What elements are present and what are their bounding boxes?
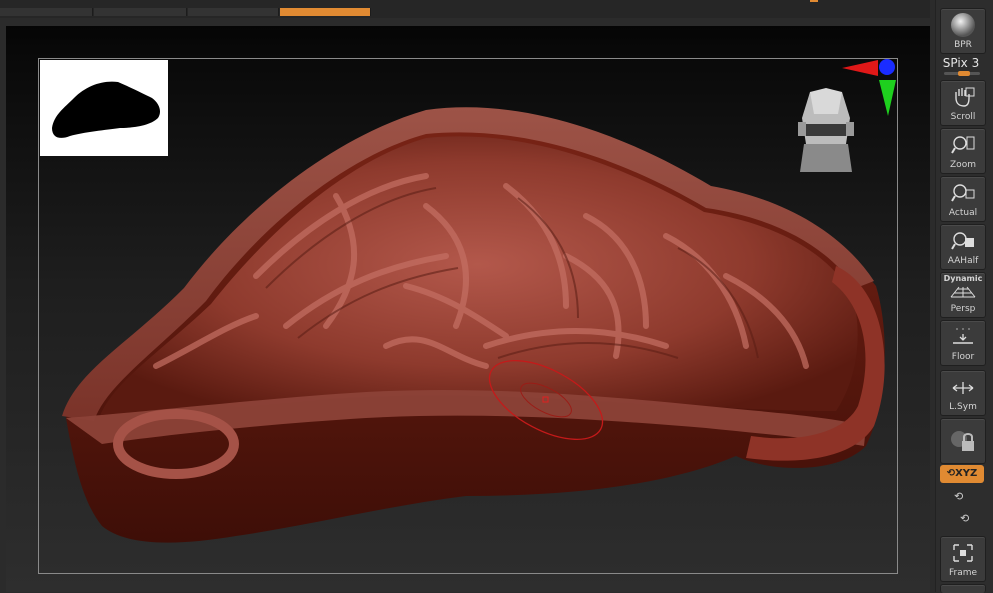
frame-label: Frame	[948, 568, 978, 578]
floor-label: Floor	[951, 352, 975, 362]
aahalf-button[interactable]: AAHalf	[940, 224, 986, 270]
persp-label: Persp	[950, 304, 976, 314]
magnifier-actual-icon	[951, 184, 975, 202]
lock-transp-button[interactable]	[940, 418, 986, 464]
lsym-button[interactable]: L.Sym	[940, 370, 986, 416]
spix-label: SPix 3	[942, 56, 980, 70]
navigator-thumbnail[interactable]	[40, 60, 168, 156]
scroll-button[interactable]: Scroll	[940, 80, 986, 126]
rotate-xyz-icon: ⟲	[946, 468, 956, 479]
actual-button[interactable]: Actual	[940, 176, 986, 222]
perspective-grid-icon	[950, 286, 976, 298]
local-symmetry-icon	[952, 382, 974, 394]
right-shelf: BPR SPix 3 Scroll Zoom Actual AAHalf Dyn…	[935, 0, 993, 593]
floor-grid-icon	[953, 328, 973, 344]
frame-icon	[953, 544, 973, 562]
zoom-button[interactable]: Zoom	[940, 128, 986, 174]
y-axis-arrow	[879, 80, 896, 116]
actual-label: Actual	[948, 208, 978, 218]
floor-button[interactable]: Floor	[940, 320, 986, 366]
bpr-render-button[interactable]: BPR	[940, 8, 986, 54]
navigator-silhouette	[52, 81, 160, 138]
hand-scroll-icon	[955, 87, 975, 107]
magnifier-aahalf-icon	[951, 232, 974, 250]
top-tab-2[interactable]	[94, 8, 187, 16]
lock-transp-icon	[951, 431, 974, 451]
z-axis-dot	[879, 59, 895, 75]
lsym-label: L.Sym	[949, 402, 977, 412]
bpr-label: BPR	[954, 40, 972, 50]
spix-slider[interactable]	[944, 71, 980, 76]
frame-button[interactable]: Frame	[940, 536, 986, 582]
dynamic-label: Dynamic	[943, 274, 983, 283]
xyz-label: XYZ	[955, 468, 978, 479]
persp-button[interactable]: Dynamic Persp	[940, 272, 986, 318]
rotate-y-icon[interactable]: ⟲	[954, 490, 963, 503]
magnifier-zoom-icon	[951, 136, 975, 154]
top-indicator	[810, 0, 818, 2]
scroll-label: Scroll	[950, 112, 976, 122]
x-axis-arrow	[842, 60, 878, 76]
top-tab-bar	[0, 0, 930, 18]
top-tab-4-active[interactable]	[280, 8, 371, 16]
spix-slider-knob[interactable]	[958, 71, 970, 76]
xyz-rotate-button[interactable]: ⟲XYZ	[940, 465, 984, 483]
aahalf-label: AAHalf	[947, 256, 979, 266]
document-viewport[interactable]	[6, 26, 930, 592]
zoom-label: Zoom	[950, 160, 976, 170]
top-tab-1[interactable]	[0, 8, 93, 16]
top-tab-3[interactable]	[188, 8, 279, 16]
rotate-z-icon[interactable]: ⟲	[960, 512, 969, 525]
orientation-head-icon[interactable]	[794, 84, 858, 176]
